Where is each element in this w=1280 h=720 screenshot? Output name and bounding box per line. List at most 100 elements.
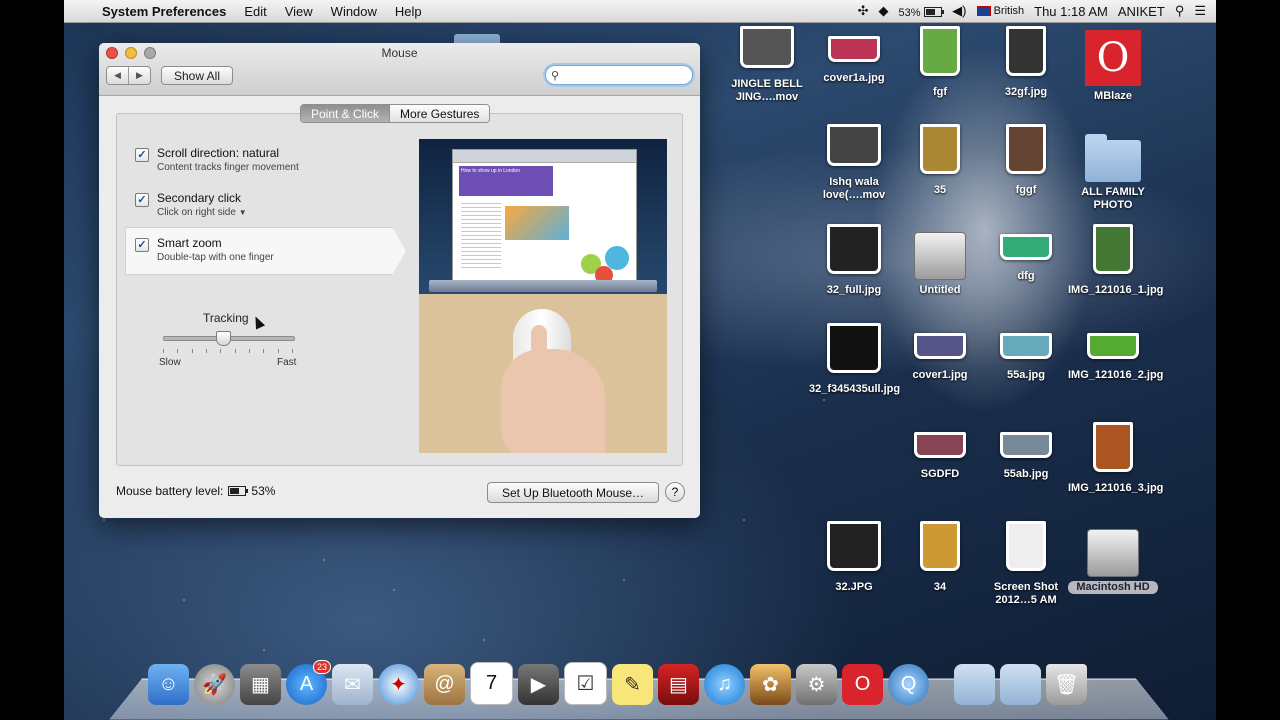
hard-drive-icon <box>914 232 966 280</box>
help-button[interactable]: ? <box>665 482 685 502</box>
desktop-icon[interactable]: 32_full.jpg <box>809 224 899 297</box>
quicktime-icon[interactable]: Q <box>888 664 929 705</box>
window-titlebar[interactable]: Mouse ◀ ▶ Show All ⚲ <box>99 43 700 96</box>
desktop-icon-label: 55a.jpg <box>1007 369 1045 381</box>
menu-help[interactable]: Help <box>386 4 431 19</box>
desktop-icon[interactable]: O MBlaze <box>1068 30 1158 103</box>
calendar-icon[interactable]: 7 <box>470 662 513 705</box>
desktop-icon[interactable]: Screen Shot 2012…5 AM <box>981 521 1071 607</box>
spotlight-icon[interactable]: ⚲ <box>1175 3 1185 19</box>
preview-browser: How to show up in London <box>452 149 637 284</box>
app-menu[interactable]: System Preferences <box>94 4 235 19</box>
tab-point-and-click[interactable]: Point & Click <box>301 105 390 122</box>
clock[interactable]: Thu 1:18 AM <box>1034 4 1108 19</box>
gesture-preview-video: How to show up in London <box>419 139 667 453</box>
itunes-icon[interactable]: ♫ <box>704 664 745 705</box>
desktop-icon[interactable]: fgf <box>895 26 985 99</box>
menu-view[interactable]: View <box>276 4 322 19</box>
desktop-icon-label: IMG_121016_2.jpg <box>1068 369 1164 381</box>
volume-icon[interactable]: ◀) <box>952 3 966 19</box>
notes-icon[interactable]: ✎ <box>612 664 653 705</box>
secondary-click-checkbox[interactable]: ✓ <box>135 193 149 207</box>
bluetooth-icon[interactable]: ✣ <box>858 3 869 19</box>
desktop-icon[interactable]: 35 <box>895 124 985 197</box>
back-arrow-icon[interactable]: ◀ <box>107 67 128 84</box>
desktop: System Preferences Edit View Window Help… <box>64 0 1216 720</box>
app-store-badge: 23 <box>312 660 331 674</box>
desktop-icon[interactable]: 32_f345435ull.jpg <box>809 323 900 396</box>
preview-page-title: How to show up in London <box>461 168 520 174</box>
option-scroll-direction[interactable]: ✓ Scroll direction: natural Content trac… <box>135 146 375 173</box>
option-subtitle-popup[interactable]: Click on right side ▼ <box>157 207 375 218</box>
search-field[interactable]: ⚲ <box>545 65 693 85</box>
desktop-icon-label: 32gf.jpg <box>1004 86 1048 98</box>
desktop-icon[interactable]: 55ab.jpg <box>981 426 1071 481</box>
desktop-icon[interactable]: Macintosh HD <box>1068 525 1158 594</box>
option-secondary-click[interactable]: ✓ Secondary click Click on right side ▼ <box>135 191 375 218</box>
video-thumbnail-icon <box>740 26 794 68</box>
desktop-icon[interactable]: 32gf.jpg <box>981 26 1071 99</box>
desktop-icon[interactable]: cover1.jpg <box>895 327 985 382</box>
forward-arrow-icon[interactable]: ▶ <box>128 67 150 84</box>
desktop-icon[interactable]: Ishq wala love(….mov <box>809 124 899 202</box>
battery-label: Mouse battery level: <box>116 484 224 498</box>
wifi-icon[interactable]: ◆ <box>879 3 889 19</box>
trash-icon[interactable]: 🗑 <box>1046 664 1087 705</box>
desktop-icon[interactable]: fggf <box>981 124 1071 197</box>
menu-edit[interactable]: Edit <box>235 4 275 19</box>
iphoto-icon[interactable]: ✿ <box>750 664 791 705</box>
option-smart-zoom[interactable]: ✓ Smart zoom Double-tap with one finger <box>135 236 375 263</box>
desktop-icon[interactable]: IMG_121016_1.jpg <box>1068 224 1163 297</box>
contacts-icon[interactable]: @ <box>424 664 465 705</box>
tracking-slider[interactable] <box>163 331 295 346</box>
desktop-icon[interactable]: Untitled <box>895 228 985 297</box>
tracking-max-label: Fast <box>277 357 297 368</box>
reminders-icon[interactable]: ☑ <box>564 662 607 705</box>
tracking-slider-thumb[interactable] <box>215 331 231 346</box>
finger-image <box>531 325 547 385</box>
finder-icon[interactable]: ☺ <box>148 664 189 705</box>
option-subtitle: Double-tap with one finger <box>157 252 274 263</box>
mblaze-icon[interactable]: O <box>842 664 883 705</box>
show-all-button[interactable]: Show All <box>161 66 233 85</box>
desktop-icon-label: 35 <box>933 184 947 196</box>
smart-zoom-checkbox[interactable]: ✓ <box>135 238 149 252</box>
notification-center-icon[interactable]: ☰ <box>1194 3 1206 19</box>
system-preferences-icon[interactable]: ⚙ <box>796 664 837 705</box>
preview-page-banner: How to show up in London <box>459 166 553 196</box>
input-source[interactable]: British <box>976 5 1024 17</box>
setup-bluetooth-mouse-button[interactable]: Set Up Bluetooth Mouse… <box>487 482 659 503</box>
desktop-icon[interactable]: ALL FAMILY PHOTO <box>1068 128 1158 212</box>
chevron-down-icon: ▼ <box>238 208 247 217</box>
desktop-icon[interactable]: 32.JPG <box>809 521 899 594</box>
documents-stack-icon[interactable] <box>954 664 995 705</box>
battery-status[interactable]: 53% <box>899 4 945 19</box>
desktop-icon[interactable]: IMG_121016_2.jpg <box>1068 327 1164 382</box>
scroll-direction-checkbox[interactable]: ✓ <box>135 148 149 162</box>
launchpad-icon[interactable]: 🚀 <box>194 664 235 705</box>
photo-booth-icon[interactable]: ▤ <box>658 664 699 705</box>
desktop-icon[interactable]: SGDFD <box>895 426 985 481</box>
tab-more-gestures[interactable]: More Gestures <box>389 105 490 122</box>
desktop-icon-label: Macintosh HD <box>1068 581 1158 594</box>
window-title: Mouse <box>381 46 418 60</box>
tab-bar: Point & Click More Gestures <box>300 104 491 123</box>
mail-icon[interactable]: ✉ <box>332 664 373 705</box>
desktop-icon[interactable]: 55a.jpg <box>981 327 1071 382</box>
safari-icon[interactable]: ✦ <box>378 664 419 705</box>
image-thumbnail-icon <box>920 124 960 174</box>
photo-browser-icon[interactable]: ▦ <box>240 664 281 705</box>
desktop-icon[interactable]: dfg <box>981 228 1071 283</box>
search-input[interactable] <box>559 67 684 83</box>
menu-window[interactable]: Window <box>322 4 386 19</box>
battery-value: 53% <box>251 484 276 498</box>
user-menu[interactable]: ANIKET <box>1118 4 1165 19</box>
desktop-icon[interactable]: JINGLE BELL JING….mov <box>722 26 812 104</box>
facetime-icon[interactable]: ▶ <box>518 664 559 705</box>
desktop-icon[interactable]: cover1a.jpg <box>809 30 899 85</box>
app-store-icon[interactable]: A 23 <box>286 660 331 705</box>
image-thumbnail-icon <box>827 323 881 373</box>
downloads-stack-icon[interactable] <box>1000 664 1041 705</box>
desktop-icon[interactable]: IMG_121016_3.jpg <box>1068 422 1163 495</box>
desktop-icon[interactable]: 34 <box>895 521 985 594</box>
